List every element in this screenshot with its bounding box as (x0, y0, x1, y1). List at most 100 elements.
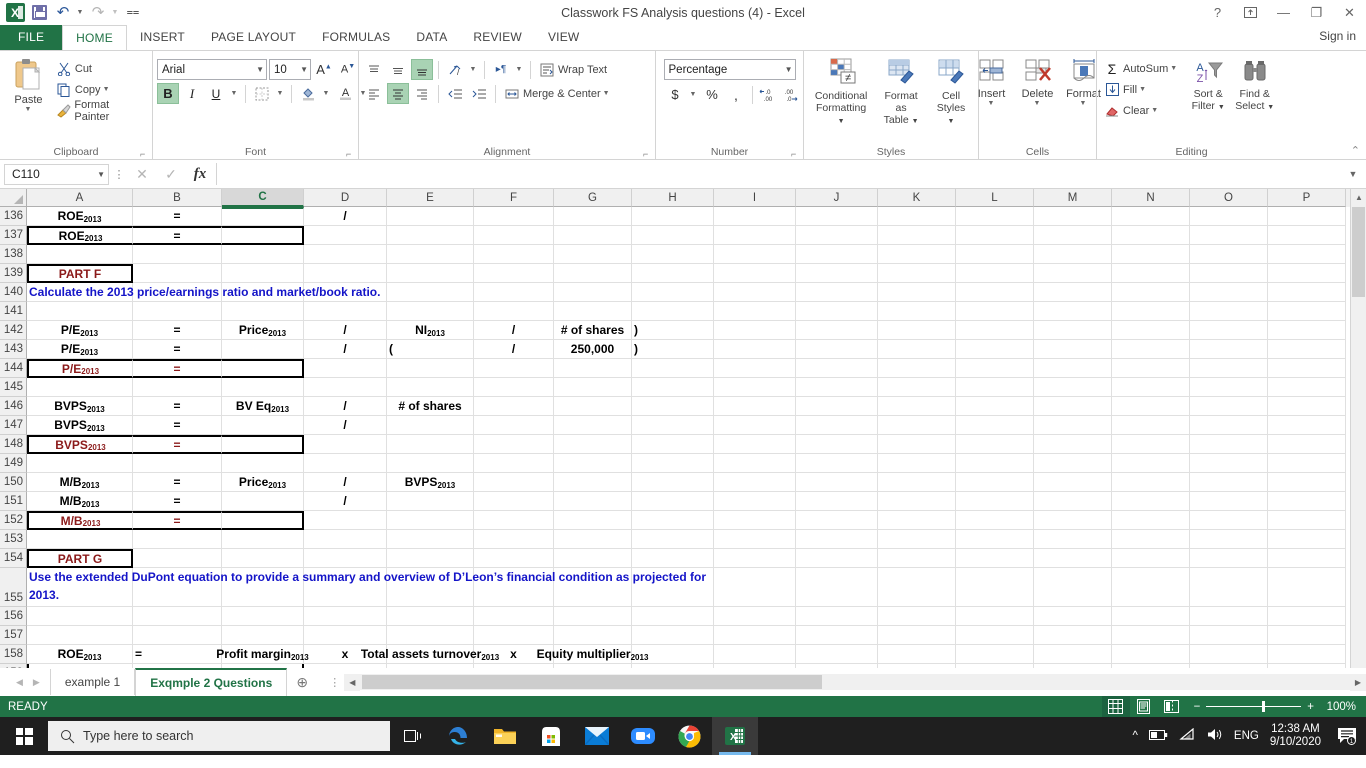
cell-G159[interactable] (554, 664, 632, 668)
cell-J155[interactable] (796, 568, 878, 607)
cell-C156[interactable] (222, 607, 304, 626)
cell-M141[interactable] (1034, 302, 1112, 321)
notification-icon[interactable]: 1 (1332, 717, 1362, 755)
cell-P150[interactable] (1268, 473, 1346, 492)
cell-A136[interactable]: ROE 2013 (27, 207, 133, 226)
cell-J153[interactable] (796, 530, 878, 549)
decrease-font-size-button[interactable]: A▼ (337, 59, 359, 80)
align-middle-icon[interactable] (387, 59, 409, 80)
row-header-138[interactable]: 138 (0, 245, 27, 264)
cell-H153[interactable] (632, 530, 714, 549)
zoom-in-button[interactable]: + (1307, 701, 1314, 713)
cell-A157[interactable] (27, 626, 133, 645)
cell-E137[interactable] (387, 226, 474, 245)
borders-icon[interactable] (251, 83, 273, 104)
file-explorer-icon[interactable] (482, 717, 528, 755)
cell-L138[interactable] (956, 245, 1034, 264)
cell-E151[interactable] (387, 492, 474, 511)
cell-N137[interactable] (1112, 226, 1190, 245)
cell-I156[interactable] (714, 607, 796, 626)
cell-K153[interactable] (878, 530, 956, 549)
row-header-148[interactable]: 148 (0, 435, 27, 454)
cell-N141[interactable] (1112, 302, 1190, 321)
windows-start-icon[interactable] (0, 717, 48, 755)
copy-button[interactable]: Copy ▼ (53, 79, 148, 100)
cell-N154[interactable] (1112, 549, 1190, 568)
number-format-combobox[interactable]: Percentage ▼ (663, 59, 796, 80)
cell-F144[interactable] (474, 359, 554, 378)
clear-button[interactable]: Clear ▼ (1101, 100, 1180, 121)
column-header-b[interactable]: B (133, 189, 222, 207)
cell-N149[interactable] (1112, 454, 1190, 473)
cell-A148[interactable]: BVPS 2013 (27, 435, 133, 454)
cell-P137[interactable] (1268, 226, 1346, 245)
cell-D143[interactable]: / (304, 340, 387, 359)
cell-O139[interactable] (1190, 264, 1268, 283)
cell-G139[interactable] (554, 264, 632, 283)
cell-B159[interactable]: = (133, 664, 222, 668)
cell-O137[interactable] (1190, 226, 1268, 245)
cell-L140[interactable] (956, 283, 1034, 302)
cell-N144[interactable] (1112, 359, 1190, 378)
cell-O138[interactable] (1190, 245, 1268, 264)
cell-E143[interactable]: ( (387, 340, 474, 359)
battery-icon[interactable] (1148, 729, 1168, 744)
cell-A138[interactable] (27, 245, 133, 264)
cell-P139[interactable] (1268, 264, 1346, 283)
clipboard-dialog-launcher[interactable]: ⌐ (140, 149, 149, 159)
cell-H159[interactable] (632, 664, 714, 668)
cell-D147[interactable]: / (304, 416, 387, 435)
tab-formulas[interactable]: FORMULAS (309, 25, 403, 50)
cell-P154[interactable] (1268, 549, 1346, 568)
cell-C150[interactable]: Price 2013 (222, 473, 304, 492)
cell-M159[interactable] (1034, 664, 1112, 668)
row-header-136[interactable]: 136 (0, 207, 27, 226)
cell-F159[interactable]: x (474, 664, 554, 668)
row-header-159[interactable]: 159 (0, 664, 27, 668)
cell-P140[interactable] (1268, 283, 1346, 302)
excel-logo-icon[interactable] (4, 2, 26, 23)
excel-icon[interactable]: X (712, 717, 758, 755)
cell-J156[interactable] (796, 607, 878, 626)
cell-E138[interactable] (387, 245, 474, 264)
sheet-tab-exqmple-2-questions[interactable]: Exqmple 2 Questions (135, 668, 288, 696)
cell-G152[interactable] (554, 511, 632, 530)
task-view-icon[interactable] (390, 717, 436, 755)
font-color-icon[interactable]: A (334, 83, 356, 104)
cell-H148[interactable] (632, 435, 714, 454)
cell-D150[interactable]: / (304, 473, 387, 492)
cell-O142[interactable] (1190, 321, 1268, 340)
vertical-scroll-thumb[interactable] (1352, 207, 1365, 297)
cell-B144[interactable]: = (133, 359, 222, 378)
cell-D148[interactable] (304, 435, 387, 454)
cell-C159[interactable] (222, 664, 304, 668)
increase-font-size-button[interactable]: A▲ (313, 59, 335, 80)
cell-M148[interactable] (1034, 435, 1112, 454)
column-header-c[interactable]: C (222, 189, 304, 207)
text-direction-dropdown-icon[interactable]: ▼ (514, 59, 525, 80)
cell-C148[interactable] (222, 435, 304, 454)
format-dropdown-icon[interactable]: ▼ (1080, 100, 1087, 107)
cell-G138[interactable] (554, 245, 632, 264)
wrap-text-button[interactable]: Wrap Text (536, 59, 610, 80)
font-name-combobox[interactable]: Arial ▼ (157, 59, 267, 80)
cell-E150[interactable]: BVPS 2013 (387, 473, 474, 492)
mail-icon[interactable] (574, 717, 620, 755)
align-center-icon[interactable] (387, 83, 409, 104)
align-top-icon[interactable] (363, 59, 385, 80)
cell-E140[interactable] (387, 283, 474, 302)
cell-A142[interactable]: P/E 2013 (27, 321, 133, 340)
cell-L139[interactable] (956, 264, 1034, 283)
cell-K146[interactable] (878, 397, 956, 416)
cell-H147[interactable] (632, 416, 714, 435)
search-input[interactable]: Type here to search (48, 721, 390, 751)
cell-A140[interactable]: Calculate the 2013 price/earnings ratio … (27, 283, 380, 302)
cell-P146[interactable] (1268, 397, 1346, 416)
cell-J146[interactable] (796, 397, 878, 416)
cell-B141[interactable] (133, 302, 222, 321)
cell-B136[interactable]: = (133, 207, 222, 226)
cell-O158[interactable] (1190, 645, 1268, 664)
cell-M140[interactable] (1034, 283, 1112, 302)
select-all-corner[interactable] (0, 189, 27, 207)
cell-F138[interactable] (474, 245, 554, 264)
